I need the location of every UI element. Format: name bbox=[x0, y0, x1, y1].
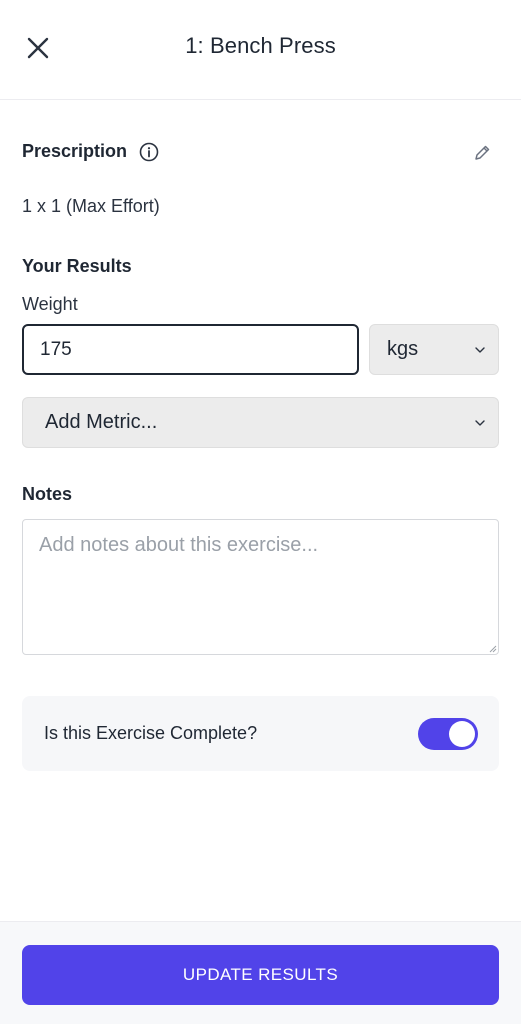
app-header: 1: Bench Press bbox=[0, 0, 521, 100]
prescription-label: Prescription bbox=[22, 141, 128, 161]
toggle-knob bbox=[449, 721, 475, 747]
edit-prescription-button[interactable] bbox=[472, 143, 492, 163]
exercise-complete-toggle[interactable] bbox=[418, 718, 478, 750]
chevron-down-icon bbox=[475, 347, 485, 353]
update-results-button[interactable]: UPDATE RESULTS bbox=[22, 945, 499, 1005]
resize-grip-icon[interactable] bbox=[489, 645, 497, 653]
unit-select[interactable]: kgs bbox=[369, 324, 499, 375]
completion-card: Is this Exercise Complete? bbox=[22, 696, 499, 771]
add-metric-select[interactable]: Add Metric... bbox=[22, 397, 499, 448]
notes-textarea[interactable] bbox=[22, 519, 499, 655]
pencil-icon bbox=[475, 145, 490, 160]
unit-selected-value: kgs bbox=[387, 338, 419, 360]
footer-bar: UPDATE RESULTS bbox=[0, 921, 521, 1024]
weight-input[interactable] bbox=[22, 324, 359, 375]
prescription-heading: Prescription bbox=[22, 141, 159, 162]
notes-label: Notes bbox=[22, 484, 73, 504]
completion-question: Is this Exercise Complete? bbox=[44, 723, 258, 743]
weight-label: Weight bbox=[22, 294, 78, 314]
page-title: 1: Bench Press bbox=[185, 33, 336, 58]
info-icon[interactable] bbox=[139, 142, 159, 162]
your-results-label: Your Results bbox=[22, 256, 132, 276]
add-metric-placeholder: Add Metric... bbox=[45, 411, 158, 433]
prescription-value: 1 x 1 (Max Effort) bbox=[22, 196, 160, 216]
chevron-down-icon bbox=[475, 420, 485, 426]
